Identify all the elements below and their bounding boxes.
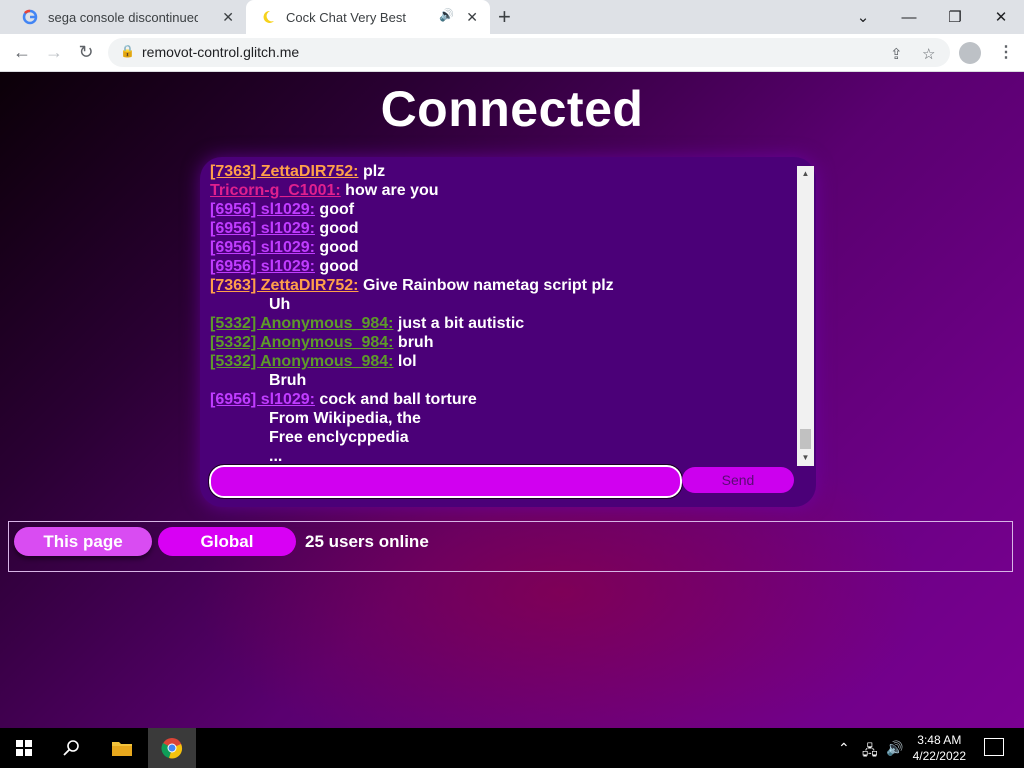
- chat-message: Tricorn-g_C1001: how are you: [210, 181, 795, 200]
- maximize-icon[interactable]: ❐: [932, 0, 978, 34]
- chat-message-text: Bruh: [269, 372, 307, 389]
- browser-toolbar: ← → ↻ 🔒 removot-control.glitch.me ⇪ ☆: [0, 34, 1024, 72]
- minimize-icon[interactable]: —: [886, 0, 932, 34]
- chat-message-text: ...: [269, 448, 283, 462]
- chat-message: [7363] ZettaDIR752: plz: [210, 162, 795, 181]
- chat-message: [6956] sl1029: good: [210, 219, 795, 238]
- scroll-up-icon[interactable]: ▲: [797, 166, 814, 182]
- chat-box: [7363] ZettaDIR752: plz Tricorn-g_C1001: …: [200, 157, 816, 507]
- chat-message: [7363] ZettaDIR752: Give Rainbow nametag…: [210, 276, 795, 295]
- chat-username-link[interactable]: [7363] ZettaDIR752:: [210, 277, 359, 294]
- users-panel: This page Global 25 users online: [8, 521, 1013, 572]
- chat-message: [6956] sl1029: good: [210, 257, 795, 276]
- chat-message-text: good: [314, 220, 359, 237]
- scrollbar[interactable]: ▲ ▼: [797, 166, 814, 466]
- chat-message: Uh: [210, 295, 795, 314]
- tab-search-icon[interactable]: ⌄: [840, 0, 886, 34]
- google-icon: [22, 9, 38, 25]
- back-icon[interactable]: ←: [10, 40, 34, 64]
- message-list[interactable]: [7363] ZettaDIR752: plz Tricorn-g_C1001: …: [210, 162, 795, 462]
- chat-username-link[interactable]: [6956] sl1029:: [210, 220, 315, 237]
- chat-username-link[interactable]: [6956] sl1029:: [210, 391, 315, 408]
- address-bar[interactable]: 🔒 removot-control.glitch.me ⇪ ☆: [108, 38, 950, 67]
- this-page-button[interactable]: This page: [14, 527, 152, 556]
- chat-message-text: good: [314, 239, 359, 256]
- chat-username-link[interactable]: [6956] sl1029:: [210, 239, 315, 256]
- chat-username-link[interactable]: [5332] Anonymous_984:: [210, 353, 393, 370]
- clock-date: 4/22/2022: [912, 749, 966, 763]
- close-tab-icon[interactable]: ✕: [222, 9, 234, 26]
- scroll-thumb[interactable]: [800, 429, 811, 449]
- tab-sega-console[interactable]: sega console discontinued - Goo ✕: [8, 0, 246, 34]
- search-icon[interactable]: [48, 728, 96, 768]
- chat-message: [5332] Anonymous_984: lol: [210, 352, 795, 371]
- chat-message: [5332] Anonymous_984: just a bit autisti…: [210, 314, 795, 333]
- chat-message: [6956] sl1029: cock and ball torture: [210, 390, 795, 409]
- reload-icon[interactable]: ↻: [74, 40, 98, 64]
- chat-message: Free enclycppedia: [210, 428, 795, 447]
- tab-strip: sega console discontinued - Goo ✕ Cock C…: [0, 0, 1024, 34]
- speaker-icon[interactable]: 🔊: [439, 8, 454, 22]
- chat-message-text: plz: [358, 163, 386, 180]
- bookmark-star-icon[interactable]: ☆: [922, 45, 935, 63]
- windows-taskbar: ⌃ 🖧 🔊 3:48 AM 4/22/2022: [0, 728, 1024, 768]
- lock-icon: 🔒: [120, 44, 135, 58]
- chat-username-link[interactable]: Tricorn-g_C1001:: [210, 182, 341, 199]
- chat-username-link[interactable]: [5332] Anonymous_984:: [210, 315, 393, 332]
- chat-message-text: how are you: [340, 182, 439, 199]
- tab-cock-chat[interactable]: Cock Chat Very Best 🔊 ✕: [246, 0, 490, 34]
- tab-title: sega console discontinued - Goo: [48, 9, 198, 25]
- window-close-icon[interactable]: ✕: [978, 0, 1024, 34]
- clock-time: 3:48 AM: [917, 733, 962, 747]
- chat-message-text: lol: [393, 353, 417, 370]
- chat-message-text: cock and ball torture: [314, 391, 477, 408]
- network-icon[interactable]: 🖧: [862, 740, 878, 764]
- profile-avatar-icon[interactable]: [959, 42, 981, 64]
- url-text: removot-control.glitch.me: [142, 44, 300, 60]
- chat-message-text: bruh: [393, 334, 434, 351]
- chat-message-text: just a bit autistic: [393, 315, 525, 332]
- menu-icon[interactable]: ⋮: [998, 42, 1014, 62]
- chat-message: [6956] sl1029: goof: [210, 200, 795, 219]
- tab-title: Cock Chat Very Best: [286, 9, 406, 25]
- web-page: Connected [7363] ZettaDIR752: plz Tricorn…: [0, 72, 1024, 728]
- share-icon[interactable]: ⇪: [890, 45, 903, 63]
- chat-message: ...: [210, 447, 795, 462]
- online-count: 25 users online: [305, 532, 429, 551]
- scroll-down-icon[interactable]: ▼: [797, 450, 814, 466]
- new-tab-icon[interactable]: +: [498, 4, 511, 30]
- system-clock[interactable]: 3:48 AM 4/22/2022: [913, 732, 966, 764]
- chat-username-link[interactable]: [6956] sl1029:: [210, 258, 315, 275]
- chat-message-text: goof: [314, 201, 355, 218]
- chat-message-text: Give Rainbow nametag script plz: [358, 277, 614, 294]
- moon-icon: [260, 9, 276, 25]
- chat-message: From Wikipedia, the: [210, 409, 795, 428]
- chat-message: [5332] Anonymous_984: bruh: [210, 333, 795, 352]
- chrome-icon[interactable]: [148, 728, 196, 768]
- chat-message: Bruh: [210, 371, 795, 390]
- send-button[interactable]: Send: [682, 467, 794, 493]
- file-explorer-icon[interactable]: [98, 728, 146, 768]
- chat-message-text: Free enclycppedia: [269, 429, 409, 446]
- tray-chevron-icon[interactable]: ⌃: [838, 740, 850, 757]
- forward-icon[interactable]: →: [42, 40, 66, 64]
- chat-message-text: Uh: [269, 296, 291, 313]
- chat-username-link[interactable]: [7363] ZettaDIR752:: [210, 163, 359, 180]
- chat-username-link[interactable]: [5332] Anonymous_984:: [210, 334, 393, 351]
- notification-icon[interactable]: [984, 738, 1004, 756]
- close-tab-icon[interactable]: ✕: [466, 9, 478, 26]
- windows-start-icon[interactable]: [0, 728, 48, 768]
- global-button[interactable]: Global: [158, 527, 296, 556]
- chat-message-text: good: [314, 258, 359, 275]
- chat-message: [6956] sl1029: good: [210, 238, 795, 257]
- chat-message-text: From Wikipedia, the: [269, 410, 421, 427]
- volume-icon[interactable]: 🔊: [886, 740, 903, 757]
- page-title: Connected: [380, 81, 644, 137]
- message-input[interactable]: [208, 464, 683, 499]
- chat-username-link[interactable]: [6956] sl1029:: [210, 201, 315, 218]
